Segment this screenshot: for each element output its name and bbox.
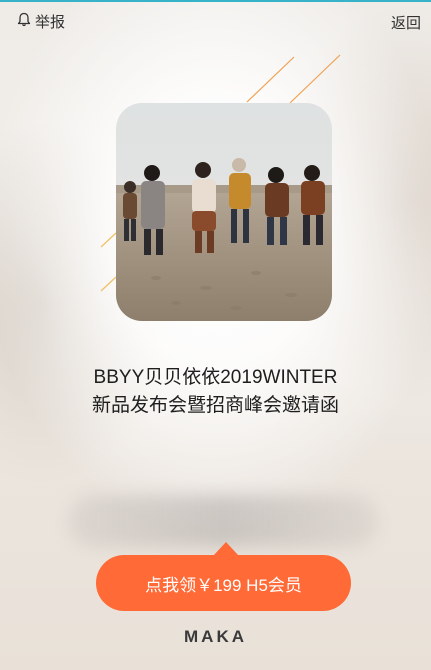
- header-bar: 举报 返回: [0, 6, 431, 34]
- maka-logo[interactable]: MAKA: [0, 627, 431, 647]
- cta-pointer: [213, 542, 239, 556]
- claim-membership-button[interactable]: 点我领￥199 H5会员: [96, 555, 351, 611]
- invitation-title: BBYY贝贝依依2019WINTER 新品发布会暨招商峰会邀请函: [40, 364, 391, 420]
- kids-running-photo: [116, 103, 332, 321]
- report-button[interactable]: 举报: [17, 12, 66, 31]
- title-line-2: 新品发布会暨招商峰会邀请函: [91, 395, 339, 416]
- back-button[interactable]: 返回: [391, 12, 421, 33]
- report-label: 举报: [35, 12, 66, 31]
- title-line-1: BBYY贝贝依依2019WINTER: [93, 367, 338, 388]
- bell-icon: [17, 12, 31, 31]
